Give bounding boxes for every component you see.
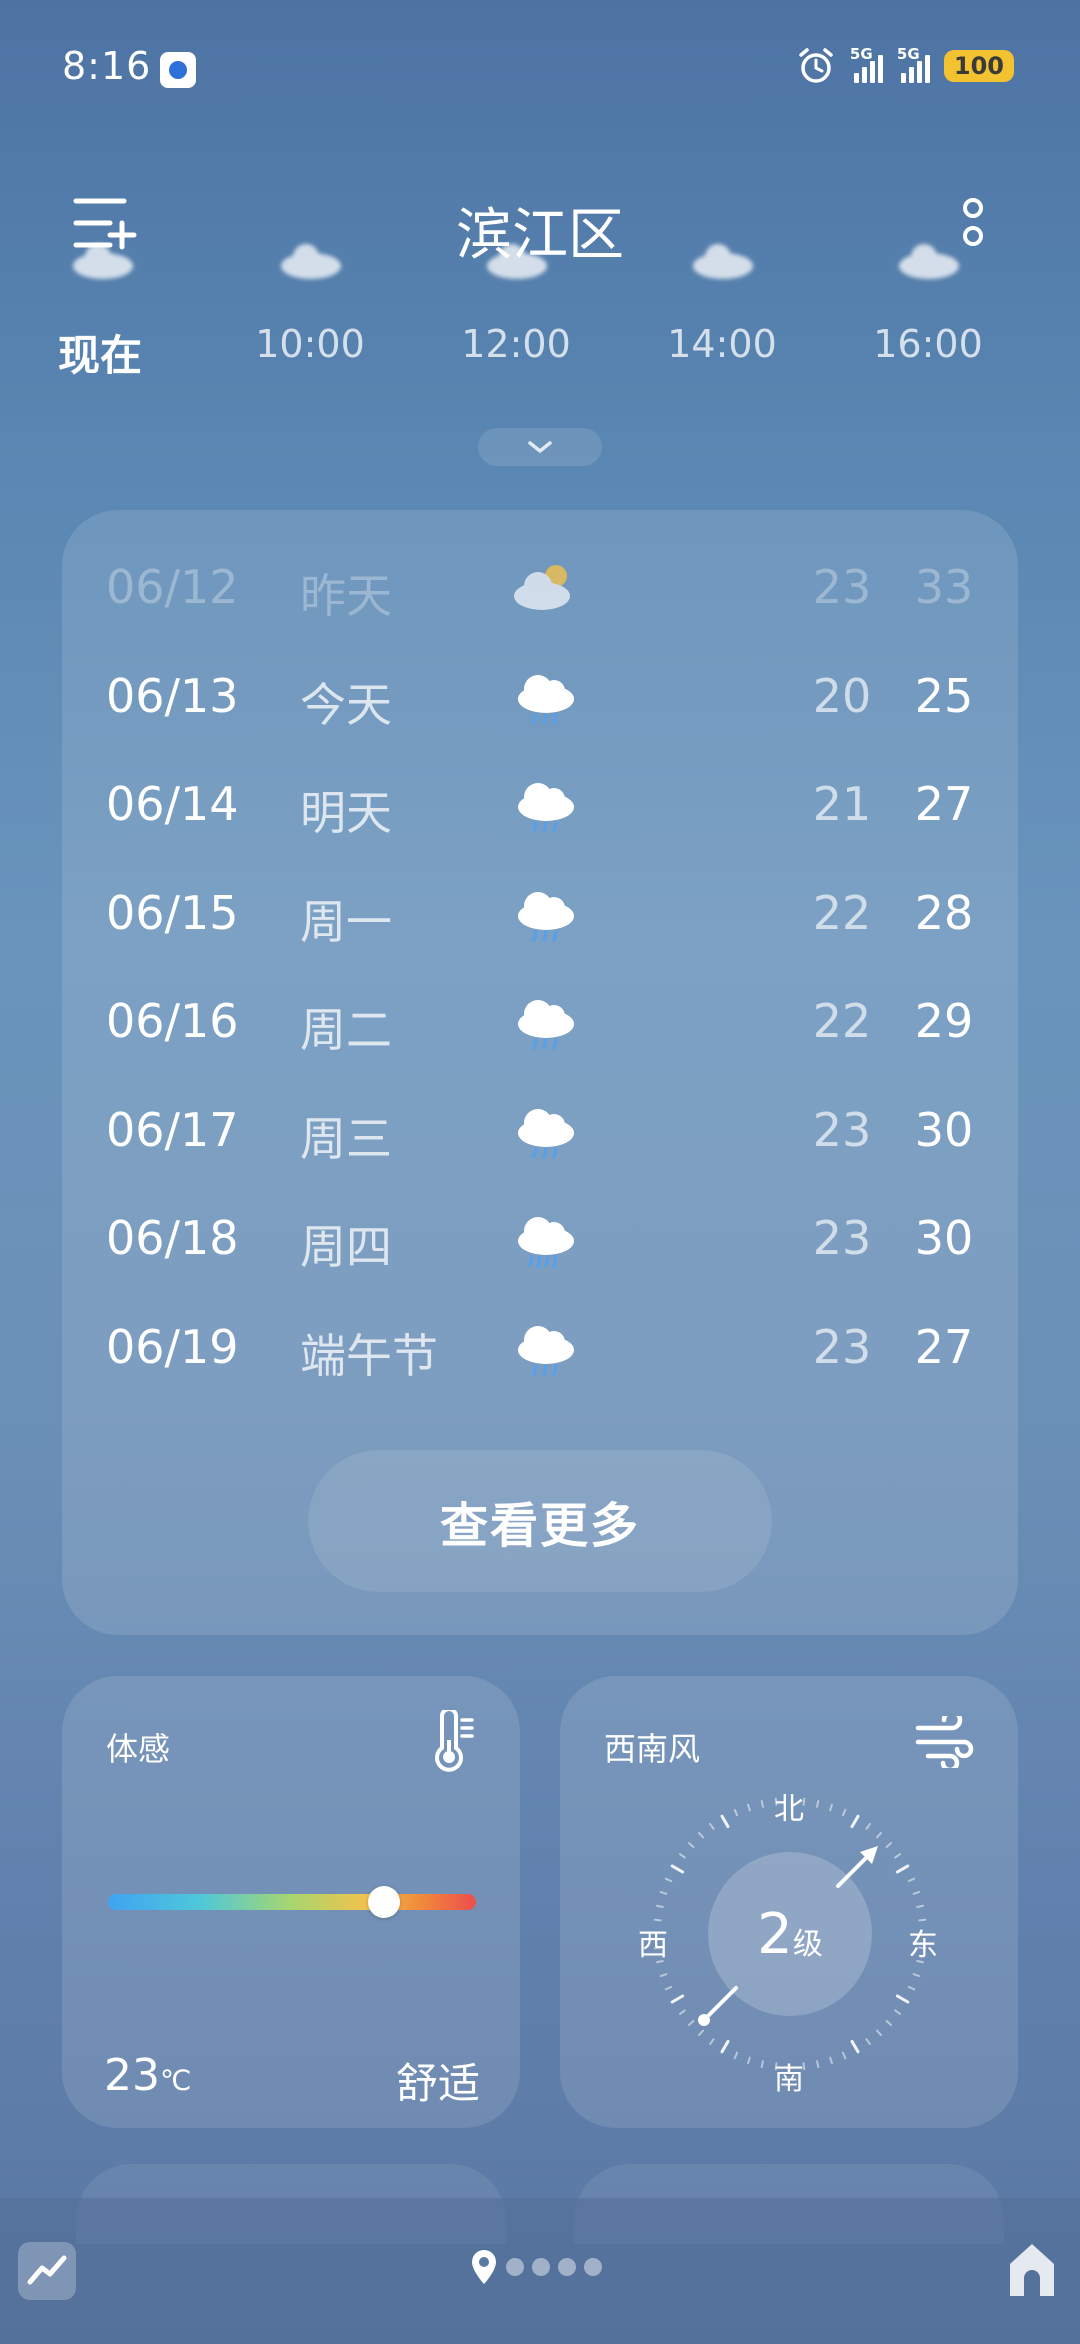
feels-like-label: 体感	[106, 1730, 171, 1768]
status-time: 8:16	[62, 44, 152, 88]
forecast-row[interactable]: 06/13 今天 20 25	[62, 643, 1018, 751]
forecast-row[interactable]: 06/15 周一 22 28	[62, 860, 1018, 968]
battery-indicator: 100	[943, 50, 1014, 82]
forecast-low-temp: 22	[812, 885, 872, 940]
forecast-date: 06/19	[106, 1319, 239, 1374]
hourly-time[interactable]: 14:00	[642, 322, 802, 366]
forecast-date: 06/14	[106, 777, 239, 831]
forecast-row[interactable]: 06/12 昨天 23 33	[62, 534, 1018, 642]
cloud-icon	[899, 244, 959, 279]
signal-icon-1: 5G	[850, 45, 883, 83]
app-notification-icon	[160, 52, 196, 88]
forecast-high-temp: 30	[914, 1102, 974, 1157]
location-pin-icon	[472, 2250, 496, 2284]
see-more-button[interactable]: 查看更多	[308, 1450, 772, 1592]
partly-cloudy-icon	[510, 554, 580, 624]
thermometer-icon	[435, 1710, 474, 1772]
cloud-icon	[281, 244, 341, 279]
page-dot[interactable]	[532, 2258, 550, 2276]
forecast-high-temp: 29	[914, 994, 974, 1048]
cloud-icon	[693, 244, 753, 279]
forecast-day: 端午节	[300, 1328, 438, 1383]
feels-like-value: 23℃	[104, 2050, 191, 2101]
forecast-row[interactable]: 06/18 周四 23 30	[62, 1185, 1018, 1293]
forecast-low-temp: 22	[812, 994, 872, 1048]
page-indicator[interactable]	[470, 2248, 602, 2286]
hourly-now-label[interactable]: 现在	[58, 322, 142, 383]
forecast-low-temp: 23	[812, 1102, 872, 1157]
signal-icon-2: 5G	[897, 45, 930, 83]
feels-like-number: 23	[104, 2050, 160, 2101]
rain-cloud-icon	[510, 1314, 580, 1384]
hourly-time[interactable]: 12:00	[436, 322, 596, 366]
forecast-day: 周三	[300, 1111, 392, 1166]
forecast-low-temp: 20	[812, 668, 872, 723]
chevron-down-icon	[528, 441, 552, 453]
feels-like-indicator	[368, 1886, 400, 1918]
forecast-date: 06/13	[106, 668, 239, 723]
forecast-high-temp: 30	[914, 1211, 974, 1265]
cloud-icon	[487, 244, 547, 279]
forecast-day: 昨天	[300, 569, 392, 623]
forecast-low-temp: 23	[812, 1211, 872, 1265]
forecast-low-temp: 23	[812, 1319, 872, 1374]
feels-like-description: 舒适	[395, 2059, 480, 2108]
forecast-date: 06/17	[106, 1102, 239, 1157]
page-dot[interactable]	[558, 2258, 576, 2276]
wind-icon	[915, 1716, 974, 1768]
expand-hourly-button[interactable]	[478, 428, 602, 466]
forecast-row[interactable]: 06/14 明天 21 27	[62, 751, 1018, 859]
forecast-date: 06/12	[106, 560, 239, 614]
forecast-high-temp: 27	[914, 1319, 974, 1374]
feels-like-unit: ℃	[160, 2064, 192, 2097]
feels-like-scale	[108, 1894, 476, 1910]
trend-chart-button[interactable]	[18, 2242, 76, 2300]
signal-label: 5G	[896, 45, 920, 63]
forecast-day: 明天	[300, 786, 392, 840]
forecast-low-temp: 23	[812, 560, 872, 614]
rain-cloud-icon	[510, 1097, 580, 1167]
forecast-date: 06/15	[106, 885, 239, 940]
forecast-row[interactable]: 06/19 端午节 23 27	[62, 1294, 1018, 1402]
home-button[interactable]	[1002, 2238, 1062, 2302]
wind-direction-arrow	[698, 1846, 878, 2026]
forecast-high-temp: 27	[914, 777, 974, 831]
wind-direction-label: 西南风	[604, 1730, 701, 1768]
forecast-day: 周一	[300, 894, 392, 949]
page-dot[interactable]	[584, 2258, 602, 2276]
alarm-icon	[799, 48, 833, 83]
forecast-day: 周四	[300, 1220, 392, 1274]
forecast-low-temp: 21	[812, 777, 872, 831]
trend-chart-icon	[27, 2255, 67, 2285]
hourly-time[interactable]: 10:00	[230, 322, 390, 366]
cloud-icon	[73, 244, 133, 279]
forecast-row[interactable]: 06/17 周三 23 30	[62, 1077, 1018, 1185]
status-icons: 5G 5G 100	[796, 45, 1014, 86]
forecast-high-temp: 28	[914, 885, 974, 940]
forecast-high-temp: 33	[914, 560, 974, 614]
rain-cloud-icon	[510, 988, 580, 1058]
forecast-day: 今天	[300, 677, 392, 732]
forecast-day: 周二	[300, 1003, 392, 1057]
forecast-date: 06/18	[106, 1211, 239, 1265]
rain-cloud-icon	[510, 663, 580, 733]
rain-cloud-icon	[510, 771, 580, 841]
rain-cloud-icon	[510, 880, 580, 950]
forecast-high-temp: 25	[914, 668, 974, 723]
forecast-row[interactable]: 06/16 周二 22 29	[62, 968, 1018, 1076]
page-dot[interactable]	[506, 2258, 524, 2276]
hourly-time[interactable]: 16:00	[848, 322, 1008, 366]
home-icon	[1010, 2244, 1054, 2296]
heavy-rain-cloud-icon	[510, 1205, 580, 1275]
forecast-date: 06/16	[106, 994, 239, 1048]
signal-label: 5G	[849, 45, 873, 63]
